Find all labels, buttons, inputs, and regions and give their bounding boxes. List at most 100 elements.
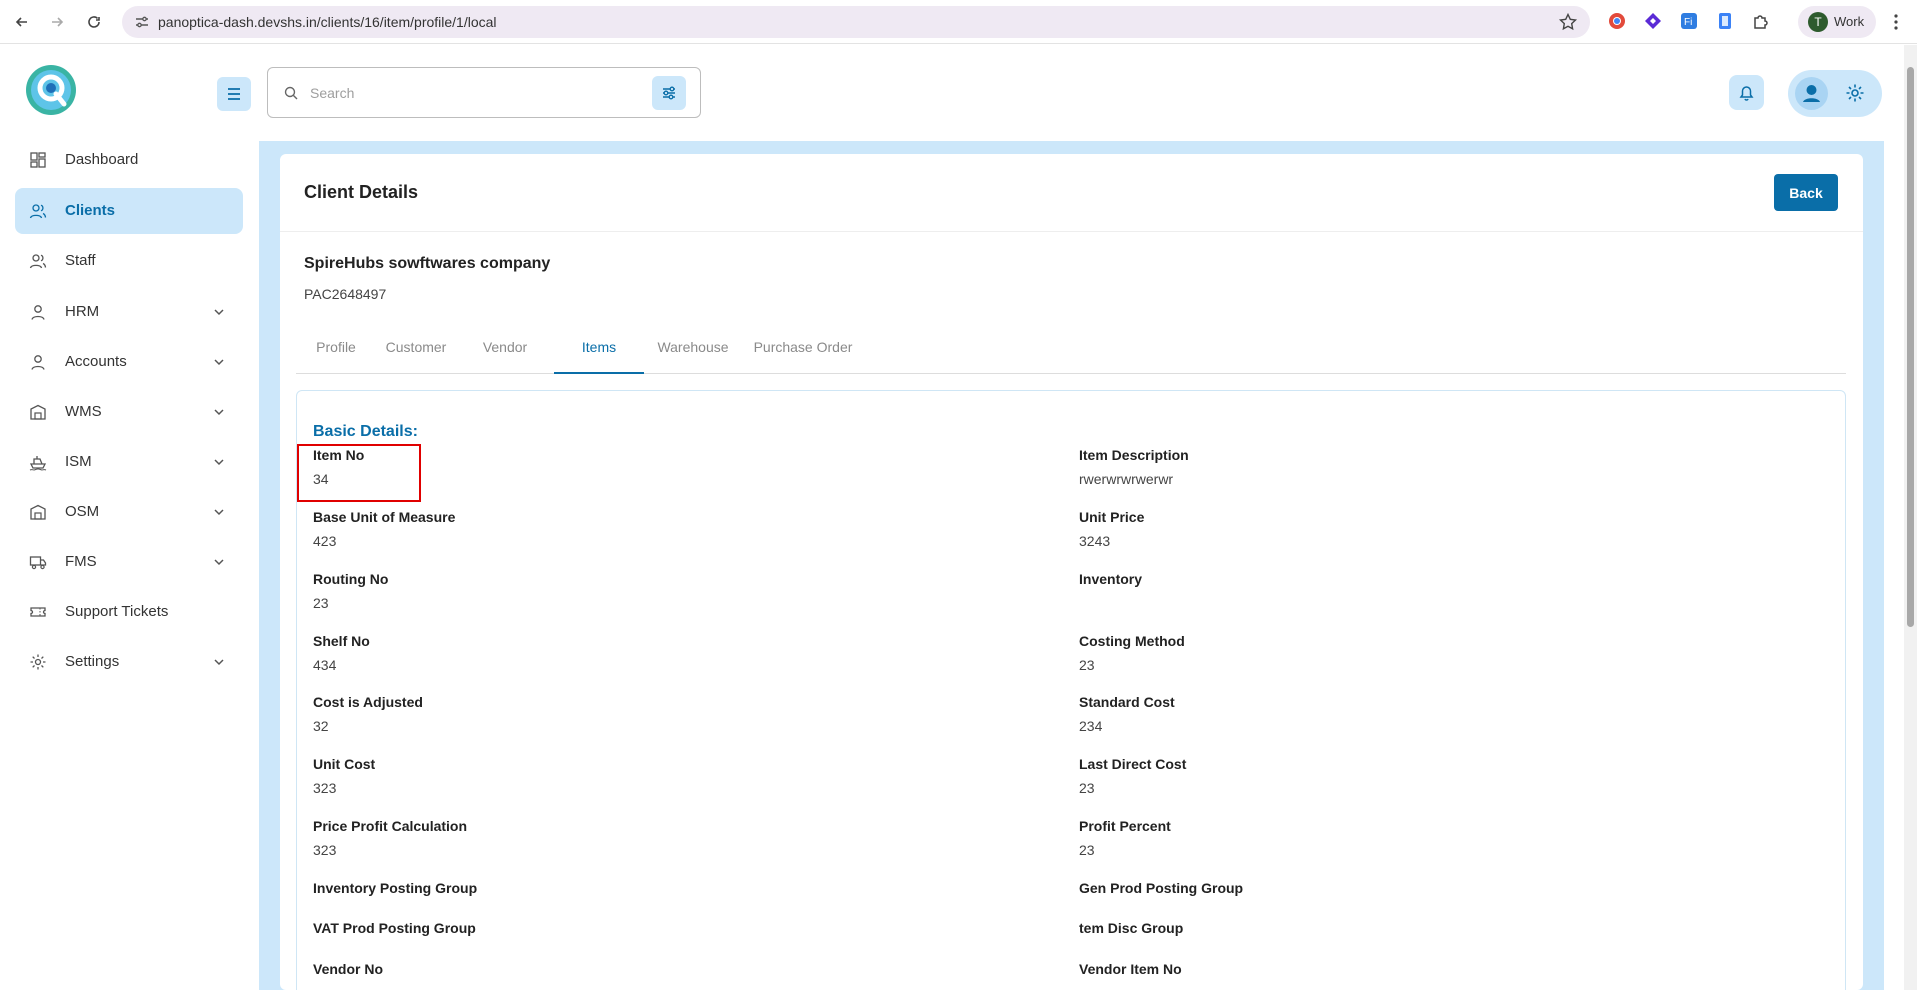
scrollbar-thumb[interactable] (1907, 67, 1914, 627)
gear-icon (29, 653, 47, 671)
cost-is-adjusted-label: Cost is Adjusted (313, 694, 423, 710)
sidebar-item-fms[interactable]: FMS (15, 539, 243, 585)
vendor-no-label: Vendor No (313, 961, 384, 977)
client-details-card: Client Details Back SpireHubs sowftwares… (280, 154, 1863, 990)
page-title: Client Details (304, 182, 419, 202)
base-unit-of-measure-value: 423 (313, 533, 337, 549)
tab-items[interactable]: Items (554, 324, 644, 374)
chevron-down-icon[interactable] (212, 655, 226, 669)
costing-method-value: 23 (1079, 657, 1095, 673)
sidebar-item-wms[interactable]: WMS (15, 389, 243, 435)
sidebar-item-label: Settings (65, 653, 120, 670)
translate-extension-icon[interactable]: Fi (1679, 11, 1699, 31)
sidebar-item-settings[interactable]: Settings (15, 639, 243, 685)
forward-arrow-icon[interactable] (45, 10, 69, 34)
section-title: Basic Details: (313, 423, 418, 440)
tab-warehouse[interactable]: Warehouse (644, 324, 742, 374)
chrome-extension-icon[interactable] (1607, 11, 1627, 31)
back-arrow-icon[interactable] (10, 10, 34, 34)
page-scrollbar[interactable] (1904, 45, 1917, 990)
sidebar-item-osm[interactable]: OSM (15, 489, 243, 535)
user-menu[interactable] (1788, 70, 1882, 117)
sidebar: Dashboard Clients Staff HRM Accounts WMS ISM OS… (0, 45, 258, 990)
site-settings-icon[interactable] (134, 14, 150, 30)
item-description-label: Item Description (1079, 447, 1189, 463)
filter-button[interactable] (652, 76, 686, 110)
hamburger-icon (228, 88, 240, 100)
warehouse-icon (29, 403, 47, 421)
bell-icon (1739, 86, 1754, 101)
last-direct-cost-value: 23 (1079, 780, 1095, 796)
price-profit-calculation-label: Price Profit Calculation (313, 818, 468, 834)
diamond-extension-icon[interactable] (1643, 11, 1663, 31)
gear-icon[interactable] (1844, 82, 1866, 104)
item-no-highlight-box (297, 444, 421, 502)
search-icon (284, 86, 298, 100)
reload-icon[interactable] (82, 10, 106, 34)
standard-cost-value: 234 (1079, 718, 1103, 734)
document-extension-icon[interactable] (1715, 11, 1735, 31)
sidebar-item-label: Dashboard (65, 151, 139, 168)
tab-customer[interactable]: Customer (376, 324, 456, 374)
notifications-button[interactable] (1729, 75, 1764, 110)
search-bar (267, 67, 701, 118)
avatar[interactable] (1795, 77, 1828, 110)
vendor-item-no-label: Vendor Item No (1079, 961, 1182, 977)
tab-purchase-order[interactable]: Purchase Order (742, 324, 864, 374)
back-button[interactable]: Back (1774, 174, 1838, 211)
user-icon (29, 303, 47, 321)
sidebar-item-dashboard[interactable]: Dashboard (15, 137, 243, 183)
chevron-down-icon[interactable] (212, 355, 226, 369)
item-description-value: rwerwrwrwerwr (1079, 471, 1174, 487)
filter-sliders-icon (663, 86, 675, 100)
sidebar-item-accounts[interactable]: Accounts (15, 339, 243, 385)
costing-method-label: Costing Method (1079, 633, 1185, 649)
unit-price-label: Unit Price (1079, 509, 1145, 525)
profit-percent-label: Profit Percent (1079, 818, 1171, 834)
url-text: panoptica-dash.devshs.in/clients/16/item… (158, 14, 497, 30)
tab-vendor[interactable]: Vendor (456, 324, 554, 374)
last-direct-cost-label: Last Direct Cost (1079, 756, 1187, 772)
search-input[interactable] (310, 82, 610, 104)
unit-cost-value: 323 (313, 780, 337, 796)
profile-label: Work (1834, 14, 1865, 29)
sidebar-item-staff[interactable]: Staff (15, 238, 243, 284)
sidebar-item-ism[interactable]: ISM (15, 439, 243, 485)
bookmark-star-icon[interactable] (1558, 12, 1578, 32)
inventory-label: Inventory (1079, 571, 1143, 587)
address-bar[interactable]: panoptica-dash.devshs.in/clients/16/item… (122, 6, 1590, 38)
app-logo[interactable] (24, 63, 78, 117)
sidebar-item-label: HRM (65, 303, 100, 320)
inventory-posting-group-label: Inventory Posting Group (313, 880, 478, 896)
tab-profile[interactable]: Profile (296, 324, 376, 374)
sidebar-item-hrm[interactable]: HRM (15, 289, 243, 335)
chevron-down-icon[interactable] (212, 305, 226, 319)
users-icon (29, 252, 47, 270)
truck-icon (29, 553, 47, 571)
sidebar-item-label: FMS (65, 553, 97, 570)
company-code: PAC2648497 (304, 286, 387, 302)
chevron-down-icon[interactable] (212, 455, 226, 469)
svg-text:Fi: Fi (1684, 17, 1692, 28)
browser-profile-chip[interactable]: T Work (1798, 6, 1876, 38)
menu-toggle-button[interactable] (217, 77, 251, 111)
profit-percent-value: 23 (1079, 842, 1095, 858)
shelf-no-value: 434 (313, 657, 337, 673)
chevron-down-icon[interactable] (212, 405, 226, 419)
sidebar-item-clients[interactable]: Clients (15, 188, 243, 234)
ticket-icon (29, 603, 47, 621)
sidebar-item-support-tickets[interactable]: Support Tickets (15, 589, 243, 635)
puzzle-extensions-icon[interactable] (1751, 11, 1771, 31)
profile-avatar: T (1808, 12, 1828, 32)
browser-menu-icon[interactable] (1886, 12, 1906, 32)
user-avatar-icon (1803, 85, 1820, 102)
warehouse-icon (29, 503, 47, 521)
price-profit-calculation-value: 323 (313, 842, 337, 858)
chevron-down-icon[interactable] (212, 555, 226, 569)
cost-is-adjusted-value: 32 (313, 718, 329, 734)
chevron-down-icon[interactable] (212, 505, 226, 519)
sidebar-item-label: ISM (65, 453, 92, 470)
shelf-no-label: Shelf No (313, 633, 370, 649)
company-name: SpireHubs sowftwares company (304, 255, 551, 272)
routing-no-label: Routing No (313, 571, 389, 587)
